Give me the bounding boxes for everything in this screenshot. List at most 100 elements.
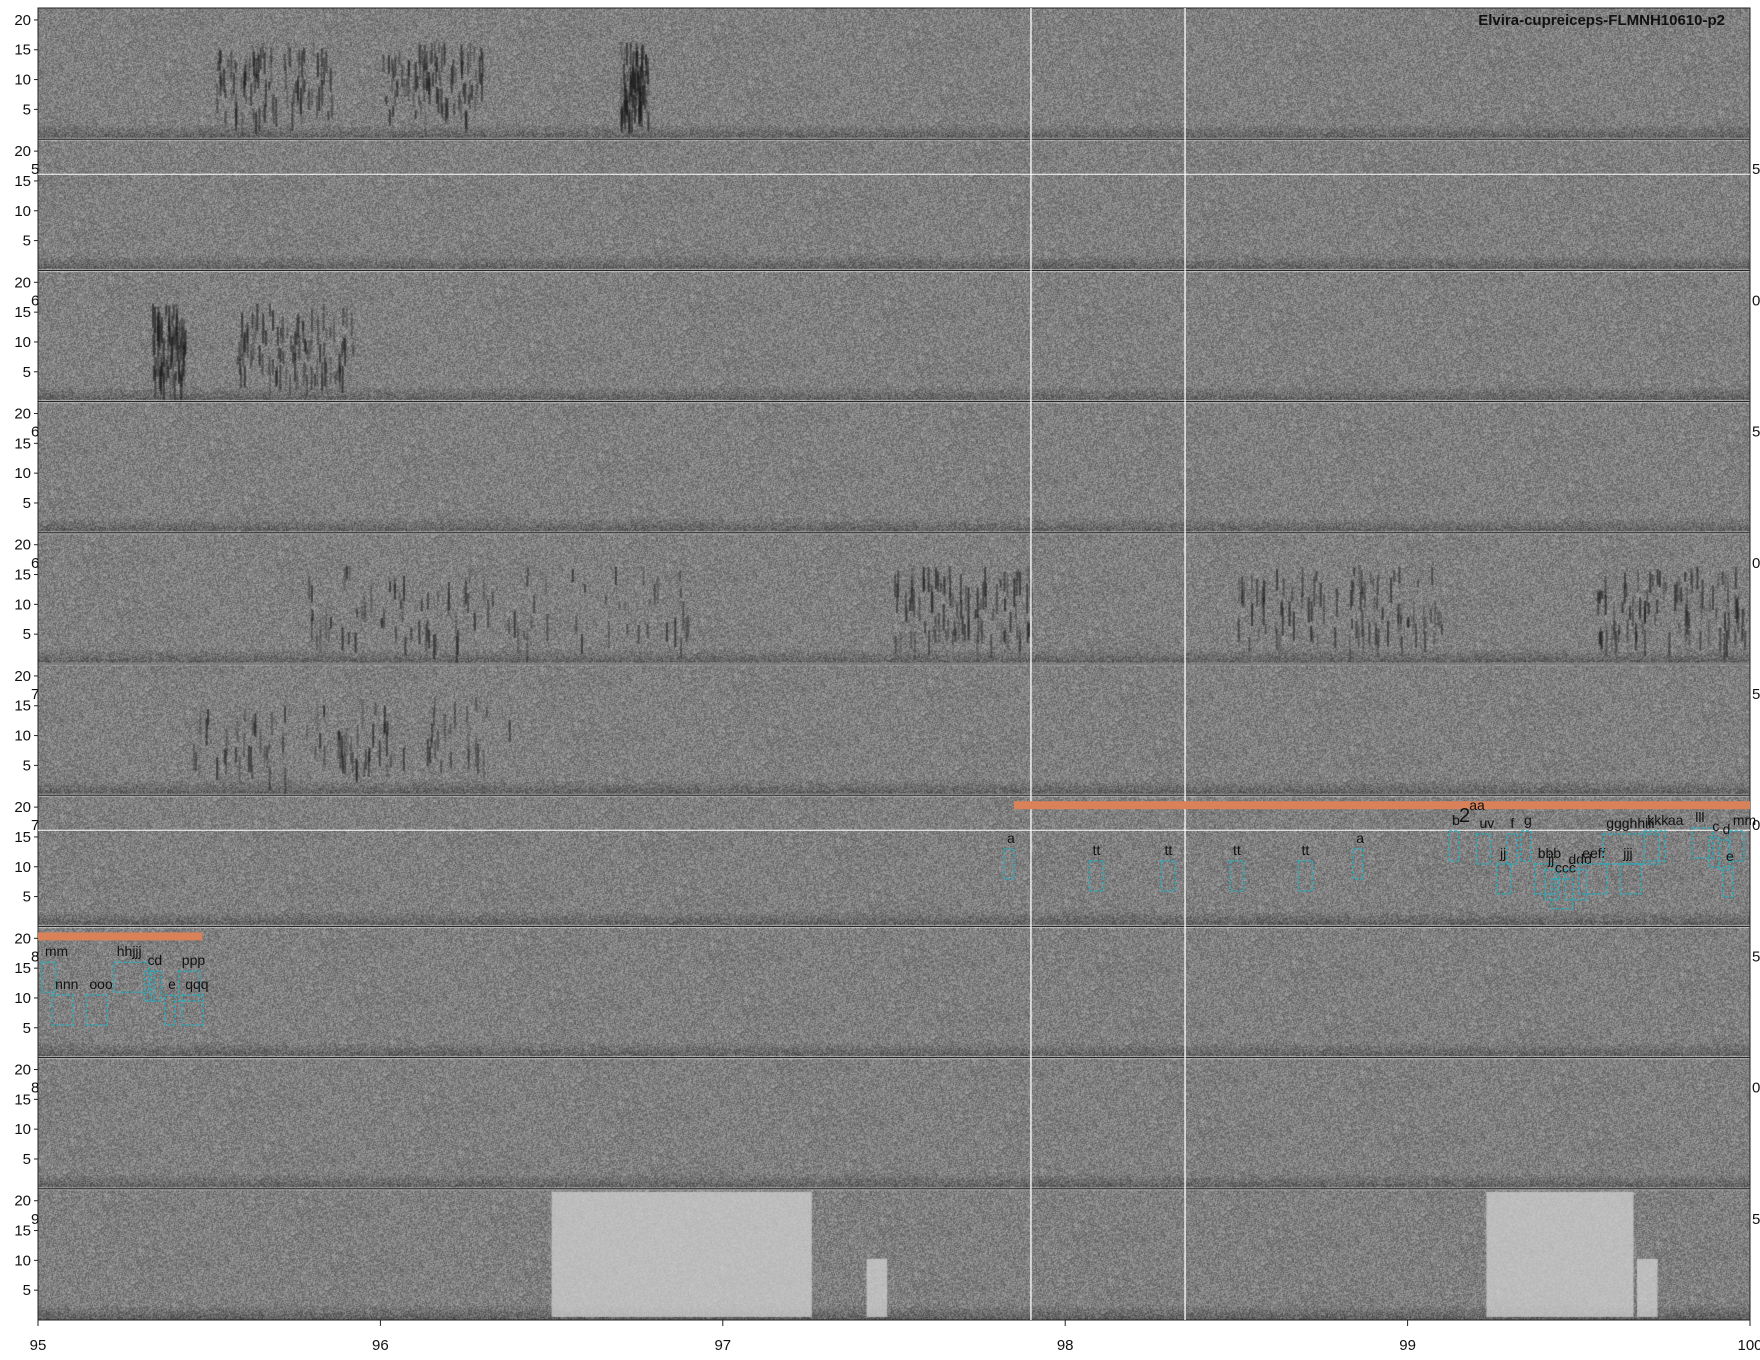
row-edge-label-right: 5 [1752, 424, 1760, 441]
row-edge-label-left: 6 [31, 555, 39, 572]
y-tick-label: 20 [14, 406, 31, 423]
row-edge-label-right: 5 [1752, 1211, 1760, 1228]
annotation-label: ppp [182, 952, 206, 968]
annotation-label: d [1723, 821, 1731, 837]
annotation-label: a [1356, 830, 1364, 846]
annotation-label: jjj [1622, 845, 1632, 861]
spectrogram-row-frame [37, 1057, 1751, 1190]
y-tick-label: 20 [14, 668, 31, 685]
y-tick-label: 20 [14, 1062, 31, 1079]
x-tick-label: 96 [372, 1337, 389, 1354]
annotation-box [1520, 830, 1532, 862]
annotation-label: tt [1164, 842, 1172, 858]
spectrogram-row-frame [37, 138, 1751, 271]
annotation-box [181, 994, 204, 1026]
y-tick-label: 5 [23, 1151, 31, 1168]
annotation-label: a [1007, 830, 1015, 846]
annotation-label: aa [1668, 812, 1684, 828]
y-tick-label: 5 [23, 1020, 31, 1037]
spectrogram-row-frame [37, 663, 1751, 796]
annotation-box [1619, 863, 1643, 895]
y-tick-label: 10 [14, 990, 31, 1007]
annotation-box [113, 961, 150, 993]
y-tick-label: 5 [23, 233, 31, 250]
annotation-box [164, 994, 176, 1026]
annotation-label: ooo [89, 976, 113, 992]
annotation-label: qqq [185, 976, 208, 992]
y-tick-label: 10 [14, 728, 31, 745]
annotation-box [143, 970, 156, 1002]
y-tick-label: 10 [14, 72, 31, 89]
y-tick-label: 5 [23, 889, 31, 906]
x-tick-label: 100 [1737, 1337, 1760, 1354]
annotation-label: e [168, 976, 176, 992]
row-edge-label-left: 5 [31, 161, 39, 178]
y-tick-label: 15 [14, 567, 31, 584]
y-tick-label: 10 [14, 334, 31, 351]
y-tick-label: 15 [14, 698, 31, 715]
annotation-box [1003, 848, 1015, 880]
annotation-label: b [1452, 812, 1460, 828]
annotation-label: d [154, 952, 162, 968]
y-tick-label: 20 [14, 1193, 31, 1210]
annotation-box [41, 961, 57, 993]
annotation-label: jj [1547, 851, 1554, 867]
row-edge-label-right: 0 [1752, 292, 1760, 309]
annotation-label: lll [1695, 809, 1704, 825]
annotation-bar [38, 932, 203, 941]
x-tick-label: 99 [1399, 1337, 1416, 1354]
annotation-label: jj [1499, 845, 1506, 861]
row-edge-label-left: 7 [31, 817, 39, 834]
annotation-overlay: 510152051015205 551015206 051015206 5510152… [14, 7, 1760, 1354]
annotation-label: nnn [55, 976, 78, 992]
annotation-box [1691, 827, 1714, 859]
spectrogram-figure: 5 10 15 20 5 10 15 20 5 5 5 10 15 20 6 0 5 10 15 20 6 5 5 10 15 2… [0, 0, 1760, 1360]
annotation-label: mm [45, 943, 68, 959]
annotation-label: aa [1469, 797, 1485, 813]
y-tick-label: 20 [14, 930, 31, 947]
row-edge-label-left: 8 [31, 1080, 39, 1097]
annotation-box [51, 994, 74, 1026]
row-edge-label-left: 9 [31, 1211, 39, 1228]
annotation-box [1578, 863, 1608, 895]
annotation-box [85, 994, 109, 1026]
row-edge-label-right: 5 [1752, 948, 1760, 965]
row-edge-label-left: 8 [31, 948, 39, 965]
annotation-label: mm [1733, 812, 1756, 828]
annotation-label: kkk [1647, 812, 1669, 828]
y-tick-label: 5 [23, 757, 31, 774]
y-tick-label: 15 [14, 173, 31, 190]
annotation-box [1722, 866, 1734, 898]
y-tick-label: 20 [14, 799, 31, 816]
annotation-label: hhjjj [117, 943, 142, 959]
annotation-label: tt [1301, 842, 1309, 858]
y-tick-label: 20 [14, 274, 31, 291]
y-tick-label: 20 [14, 12, 31, 29]
y-tick-label: 15 [14, 960, 31, 977]
row-edge-label-left: 6 [31, 292, 39, 309]
figure-title: Elvira-cupreiceps-FLMNH10610-p2 [1478, 12, 1725, 29]
annotation-box [1448, 830, 1460, 862]
annotation-box [1506, 833, 1519, 865]
annotation-box [1229, 860, 1245, 892]
spectrogram-row-frame [37, 532, 1751, 665]
row-edge-label-right: 0 [1752, 555, 1760, 572]
annotation-label: f [1510, 815, 1514, 831]
annotation-label: tt [1233, 842, 1241, 858]
y-tick-label: 15 [14, 304, 31, 321]
y-tick-label: 10 [14, 465, 31, 482]
y-tick-label: 20 [14, 537, 31, 554]
annotation-box [1088, 860, 1105, 892]
y-tick-label: 10 [14, 1252, 31, 1269]
x-tick-label: 98 [1057, 1337, 1074, 1354]
y-tick-label: 10 [14, 859, 31, 876]
y-tick-label: 15 [14, 42, 31, 59]
annotation-box [1496, 863, 1512, 895]
row-edge-label-right: 5 [1752, 161, 1760, 178]
y-tick-label: 10 [14, 203, 31, 220]
annotation-box [1160, 860, 1177, 892]
annotation-box [1708, 836, 1721, 868]
x-tick-label: 95 [30, 1337, 47, 1354]
annotation-label: e [1726, 848, 1734, 864]
row-edge-label-left: 7 [31, 686, 39, 703]
